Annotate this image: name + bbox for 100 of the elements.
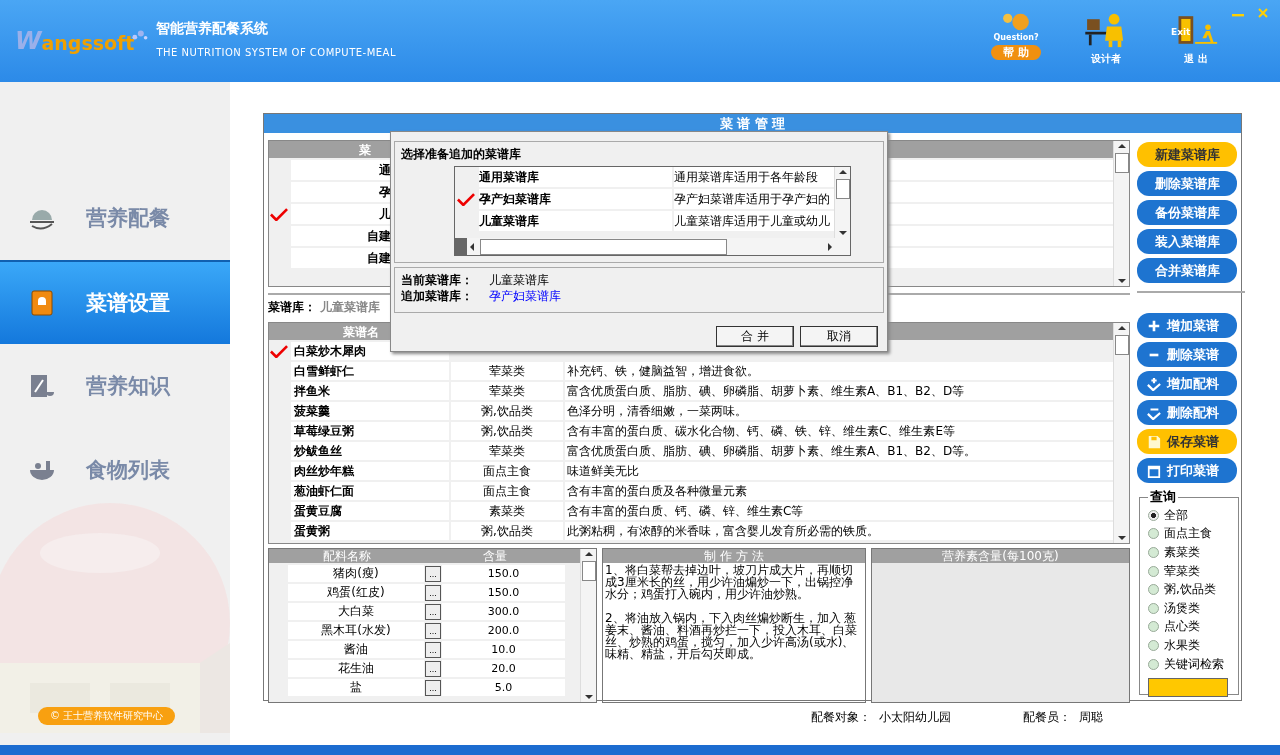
plus-icon xyxy=(1147,318,1161,333)
library-button[interactable]: 删除菜谱库 xyxy=(1137,171,1237,196)
footer-label: 配餐对象： xyxy=(811,709,871,726)
info-label: 当前菜谱库： xyxy=(401,272,474,288)
library-button[interactable]: 合并菜谱库 xyxy=(1137,258,1237,283)
method-text: 1、将白菜帮去掉边叶，坡刀片成大片，再顺切成3厘米长的丝，用少许油煸炒一下，出锅控净水分；鸡蛋打入碗内，用少许油炒熟。 xyxy=(605,564,854,600)
recipe-button[interactable]: 打印菜谱 xyxy=(1137,458,1237,483)
column-header: 含量 xyxy=(482,549,508,563)
table-cell: 拌鱼米 xyxy=(291,382,449,400)
table-cell: 5.0 xyxy=(442,679,565,696)
app-subtitle: THE NUTRITION SYSTEM OF COMPUTE-MEAL xyxy=(156,47,397,58)
table-cell: 孕 xyxy=(291,182,391,202)
radio-button[interactable] xyxy=(1148,547,1159,558)
table-cell: 300.0 xyxy=(442,603,565,620)
table-row[interactable]: 炒鲅鱼丝 荤菜类 富含优质蛋白质、脂肪、碘、卵磷脂、胡萝卜素、维生素A、B1、B2、D等。 xyxy=(269,442,1113,460)
table-cell: 孕产妇菜谱库适用于孕产妇的 xyxy=(674,189,834,209)
recipe-button[interactable]: 保存菜谱 xyxy=(1137,429,1237,454)
library-button[interactable]: 备份菜谱库 xyxy=(1137,200,1237,225)
library-button[interactable]: 新建菜谱库 xyxy=(1137,142,1237,167)
footer-value: 小太阳幼儿园 xyxy=(879,709,951,726)
table-cell: 补充钙、铁，健脑益智，增进食欲。 xyxy=(565,362,1113,380)
table-cell: 自建 xyxy=(291,226,391,246)
table-cell: 菠菜羹 xyxy=(291,402,449,420)
radio-button[interactable] xyxy=(1148,658,1159,670)
table-cell: 肉丝炒年糕 xyxy=(291,462,449,480)
option-label: 汤煲类 xyxy=(1164,599,1200,617)
table-cell: 通用菜谱库 xyxy=(479,167,672,187)
browse-button[interactable]: ... xyxy=(425,679,441,696)
info-value: 儿童菜谱库 xyxy=(489,272,549,288)
radio-button[interactable] xyxy=(1148,621,1159,633)
keyword-field[interactable] xyxy=(1148,678,1228,698)
list-row[interactable]: 儿童菜谱库 儿童菜谱库适用于儿童或幼儿 xyxy=(455,211,834,231)
dialog-button[interactable]: 取消 xyxy=(800,326,878,347)
browse-button[interactable]: ... xyxy=(425,641,441,658)
cookbook-icon xyxy=(28,289,56,317)
table-cell: 炒鲅鱼丝 xyxy=(291,442,449,460)
recipe-button[interactable]: 删除菜谱 xyxy=(1137,342,1237,367)
radio-button[interactable] xyxy=(1148,639,1159,651)
table-cell: 富含优质蛋白质、脂肪、碘、卵磷脂、胡萝卜素、维生素A、B1、B2、D等。 xyxy=(565,442,1113,460)
table-cell: 富含优质蛋白质、脂肪、碘、卵磷脂、胡萝卜素、维生素A、B1、B2、D等 xyxy=(565,382,1113,400)
table-row[interactable]: 肉丝炒年糕 面点主食 味道鲜美无比 xyxy=(269,462,1113,480)
group-title: 查询 xyxy=(1149,488,1177,506)
scrollbar[interactable] xyxy=(455,238,850,255)
browse-button[interactable]: ... xyxy=(425,603,441,620)
browse-button[interactable]: ... xyxy=(425,622,441,639)
book-icon xyxy=(28,372,56,400)
table-row[interactable]: 白雪鲜虾仁 荤菜类 补充钙、铁，健脑益智，增进食欲。 xyxy=(269,362,1113,380)
app-title: 智能营养配餐系统 xyxy=(156,20,270,38)
table-row[interactable]: 草莓绿豆粥 粥,饮品类 含有丰富的蛋白质、碳水化合物、钙、磷、铁、锌、维生素C、维生素E等 xyxy=(269,422,1113,440)
browse-button[interactable]: ... xyxy=(425,660,441,677)
scrollbar[interactable] xyxy=(1113,323,1129,543)
info-label: 追加菜谱库： xyxy=(401,288,474,304)
method-text: 2、将油放入锅内，下入肉丝煸炒断生，加入 葱姜末、酱油、料酒再炒拦一下，投入木耳、白菜丝、炒熟的鸡蛋，搅匀，加入少许高汤(或水)、味精、精盐，开后勾芡即成。 xyxy=(605,612,858,660)
table-cell: 白雪鲜虾仁 xyxy=(291,362,449,380)
recipe-button[interactable]: 增加配料 xyxy=(1137,371,1237,396)
scrollbar[interactable] xyxy=(580,549,596,702)
table-cell: 盐 xyxy=(288,679,424,696)
scrollbar[interactable] xyxy=(834,167,850,238)
table-cell: 含有丰富的蛋白质、钙、磷、锌、维生素C等 xyxy=(565,502,1113,520)
table-row[interactable]: 蛋黄豆腐 素菜类 含有丰富的蛋白质、钙、磷、锌、维生素C等 xyxy=(269,502,1113,520)
table-cell: 150.0 xyxy=(442,565,565,582)
table-cell: 荤菜类 xyxy=(451,362,563,380)
table-cell: 10.0 xyxy=(442,641,565,658)
recipe-button[interactable]: 删除配料 xyxy=(1137,400,1237,425)
table-cell: 鸡蛋(红皮) xyxy=(288,584,424,601)
radio-button[interactable] xyxy=(1148,602,1159,614)
recipe-button[interactable]: 增加菜谱 xyxy=(1137,313,1237,338)
table-cell: 粥,饮品类 xyxy=(451,402,563,420)
table-cell: 猪肉(瘦) xyxy=(288,565,424,582)
list-row[interactable]: 通用菜谱库 通用菜谱库适用于各年龄段 xyxy=(455,167,834,187)
table-cell: 蛋黄粥 xyxy=(291,522,449,540)
table-cell: 味道鲜美无比 xyxy=(565,462,1113,480)
table-cell: 大白菜 xyxy=(288,603,424,620)
save-icon xyxy=(1147,434,1161,449)
logo: Wangssoft xyxy=(15,29,149,53)
table-row[interactable]: 蛋黄粥 粥,饮品类 此粥粘稠，有浓醇的米香味，富含婴儿发育所必需的铁质。 xyxy=(269,522,1113,540)
table-cell: 通用菜谱库适用于各年龄段 xyxy=(674,167,834,187)
browse-button[interactable]: ... xyxy=(425,565,441,582)
close-icon[interactable] xyxy=(1258,8,1268,18)
dialog-button[interactable]: 合 并 xyxy=(716,326,794,347)
table-row[interactable]: 葱油虾仁面 面点主食 含有丰富的蛋白质及各种微量元素 xyxy=(269,482,1113,500)
library-button[interactable]: 装入菜谱库 xyxy=(1137,229,1237,254)
browse-button[interactable]: ... xyxy=(425,584,441,601)
table-cell: 色泽分明，清香细嫩，一菜两味。 xyxy=(565,402,1113,420)
table-row[interactable]: 菠菜羹 粥,饮品类 色泽分明，清香细嫩，一菜两味。 xyxy=(269,402,1113,420)
radio-button[interactable] xyxy=(1148,565,1159,577)
option-label: 荤菜类 xyxy=(1164,562,1200,580)
radio-button[interactable] xyxy=(1148,584,1159,596)
table-row[interactable]: 拌鱼米 荤菜类 富含优质蛋白质、脂肪、碘、卵磷脂、胡萝卜素、维生素A、B1、B2、D等 xyxy=(269,382,1113,400)
table-cell: 粥,饮品类 xyxy=(451,522,563,540)
table-cell: 儿童菜谱库 xyxy=(479,211,672,231)
table-cell: 自建 xyxy=(291,248,391,268)
radio-button[interactable] xyxy=(1148,528,1159,540)
remove-ingredient-icon xyxy=(1147,405,1161,420)
option-label: 点心类 xyxy=(1164,618,1200,636)
radio-button[interactable] xyxy=(1148,509,1159,521)
list-row[interactable]: 孕产妇菜谱库 孕产妇菜谱库适用于孕产妇的 xyxy=(455,189,834,209)
library-name: 儿童菜谱库 xyxy=(320,300,381,314)
table-cell: 含有丰富的蛋白质、碳水化合物、钙、磷、铁、锌、维生素C、维生素E等 xyxy=(565,422,1113,440)
scrollbar[interactable] xyxy=(1113,141,1129,286)
